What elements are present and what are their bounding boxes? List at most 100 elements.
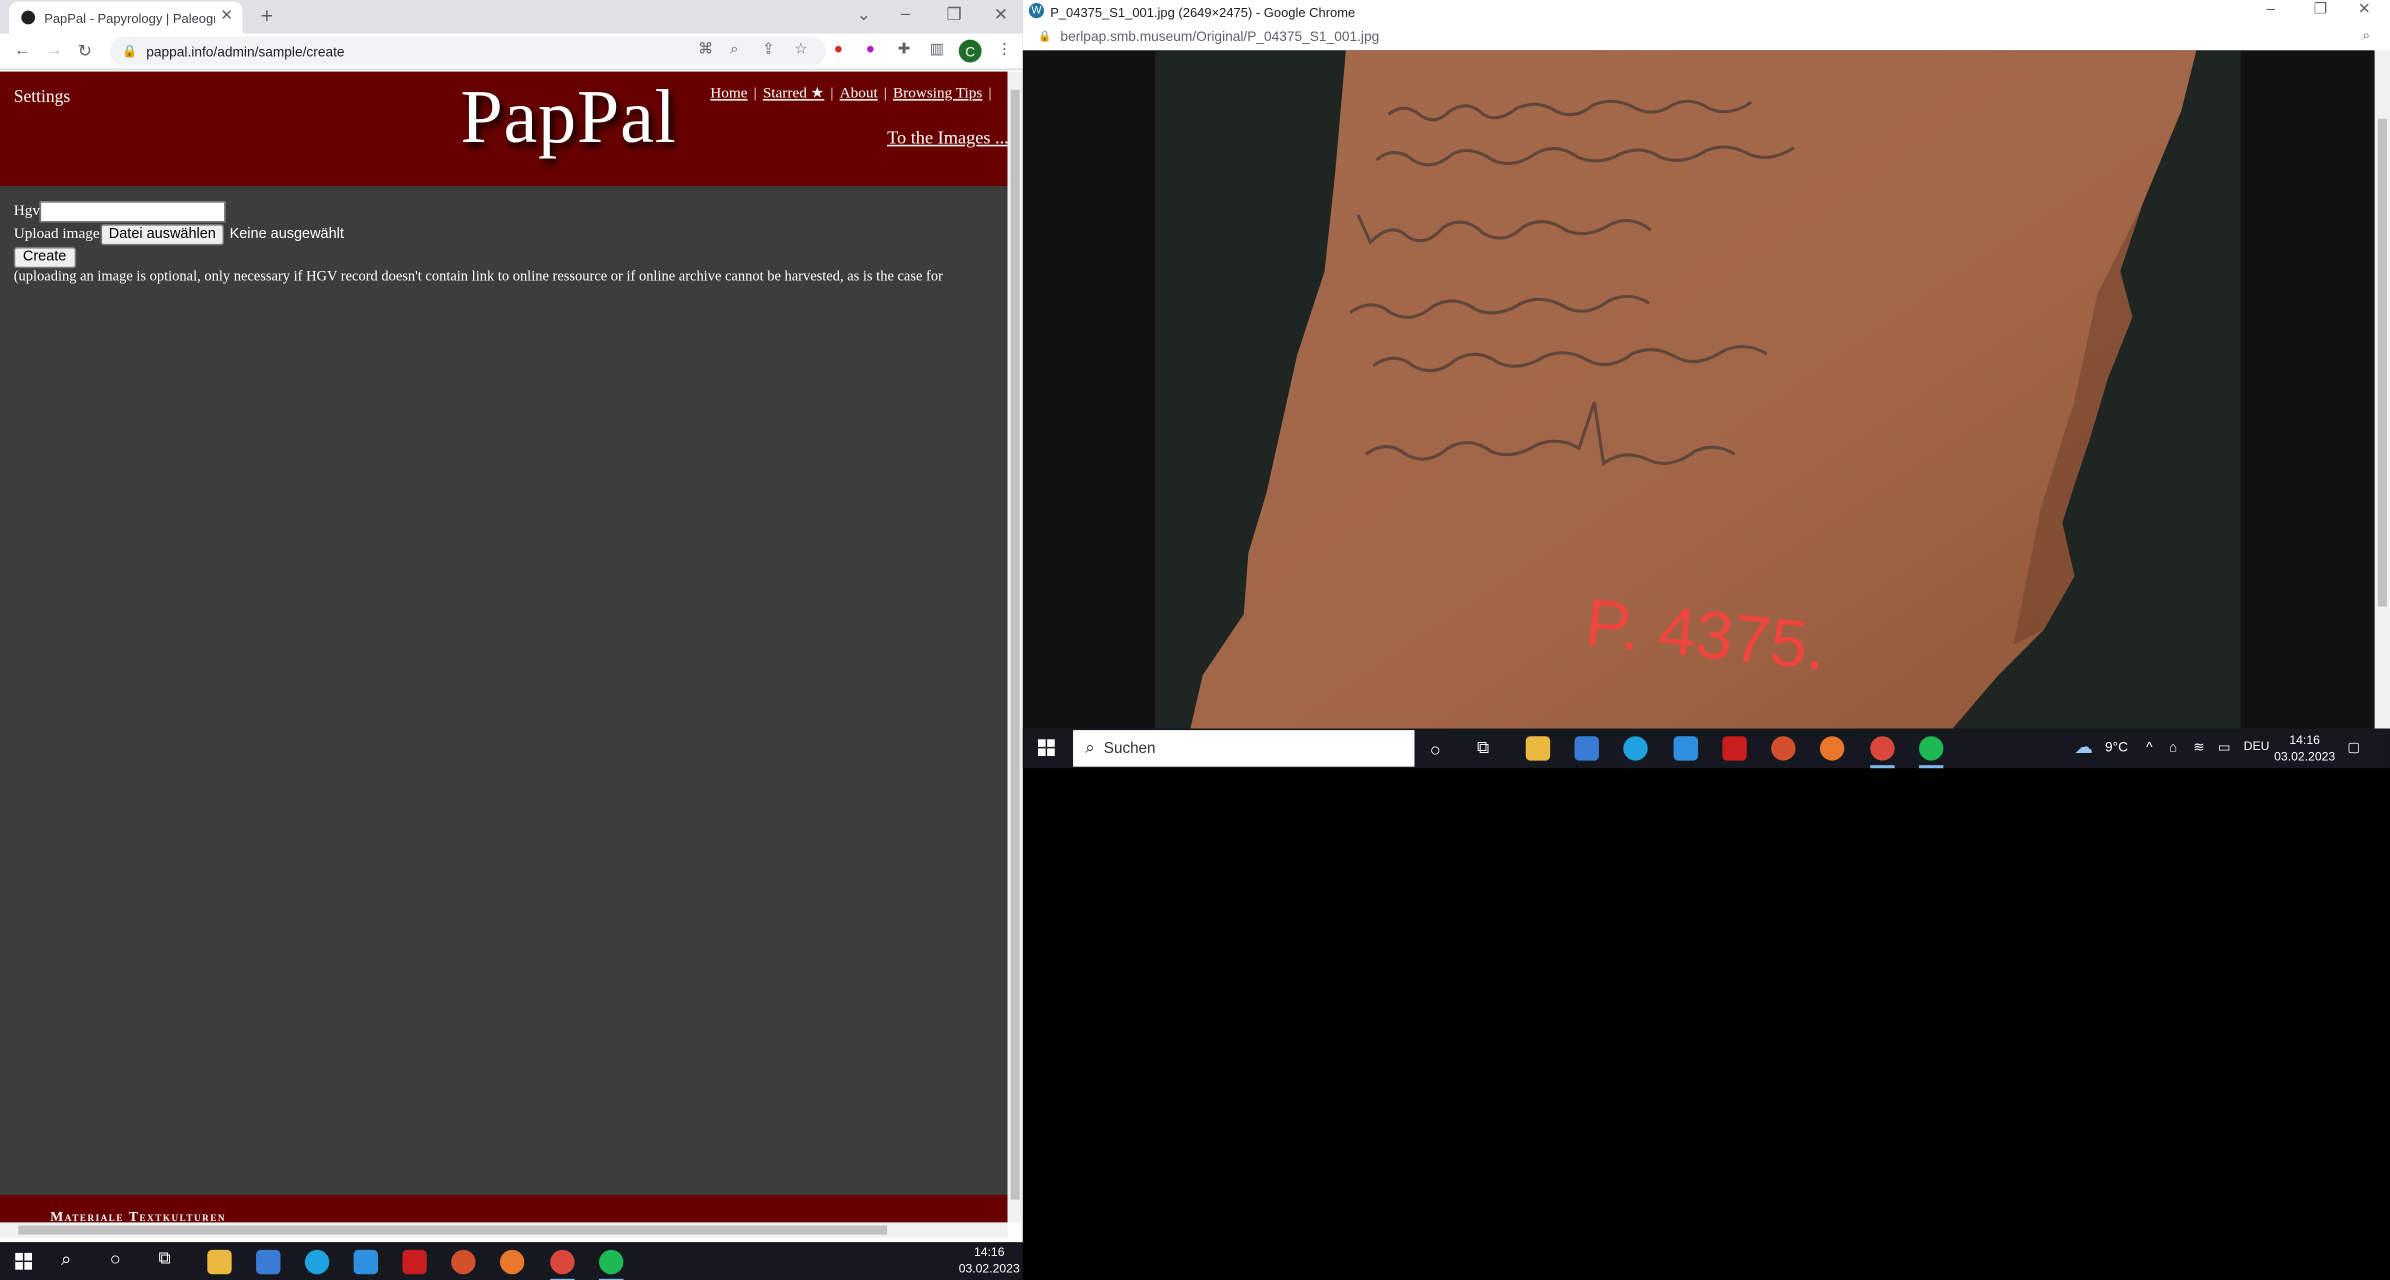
store-icon[interactable] (1574, 736, 1599, 761)
new-tab-button[interactable]: + (261, 3, 273, 27)
extension-red-icon[interactable]: ● (834, 41, 843, 58)
right-close-button[interactable]: ✕ (2358, 2, 2371, 19)
hgv-label: Hgv (13, 202, 40, 220)
bottom-task-view-icon[interactable]: ⧉ (159, 1250, 171, 1270)
powerpoint-icon[interactable] (1771, 736, 1796, 761)
bottom-clock[interactable]: 14:16 03.02.2023 (957, 1244, 1021, 1278)
choose-file-button[interactable]: Datei auswählen (101, 223, 224, 245)
horizontal-scrollbar[interactable] (0, 1222, 1008, 1238)
hgv-input[interactable] (39, 200, 226, 222)
pappal-favicon-icon (21, 10, 36, 25)
pappal-logo[interactable]: PapPal (460, 72, 676, 160)
close-tab-icon[interactable]: ✕ (220, 8, 233, 25)
taskbar-search-box[interactable]: ⌕ Suchen (1073, 730, 1415, 767)
nav-starred[interactable]: Starred ★ (763, 85, 824, 102)
spotify-icon[interactable] (1919, 736, 1944, 769)
right-title-bar: W P_04375_S1_001.jpg (2649×2475) - Googl… (1022, 0, 2390, 23)
tab-search-icon[interactable]: ⌄ (857, 5, 871, 25)
bottom-spotify-icon[interactable] (599, 1249, 624, 1280)
right-minimize-button[interactable]: – (2267, 2, 2275, 19)
bottom-chrome-icon[interactable] (550, 1249, 575, 1280)
mail-icon[interactable] (1673, 736, 1698, 761)
nav-browsing-tips[interactable]: Browsing Tips (893, 85, 982, 102)
footer-materiale-textkulturen[interactable]: Materiale Textkulturen (50, 1209, 226, 1223)
bottom-windows-start-icon[interactable] (15, 1252, 33, 1271)
header-banner: Settings PapPal Home | Starred ★ | About | Bro… (0, 71, 1008, 186)
task-view-icon[interactable]: ⧉ (1477, 739, 1489, 759)
bottom-taskbar: ⌕ ○ ⧉ 14:16 03.02.2023 (0, 1242, 1023, 1280)
right-window-title: P_04375_S1_001.jpg (2649×2475) - Google … (1050, 3, 1356, 20)
no-file-selected-text: Keine ausgewählt (229, 225, 344, 243)
tray-chevron-icon[interactable]: ^ (2146, 739, 2152, 754)
right-address-bar[interactable]: 🔒 berlpap.smb.museum/Original/P_04375_S1… (1022, 22, 2390, 51)
profile-avatar[interactable]: C (958, 39, 982, 63)
right-zoom-icon[interactable]: ⌕ (2363, 27, 2371, 44)
restore-button[interactable]: ❐ (947, 5, 962, 25)
settings-link[interactable]: Settings (14, 88, 70, 106)
network-icon[interactable]: ⌂ (2169, 739, 2177, 754)
extension-purple-icon[interactable]: ● (866, 41, 875, 58)
right-restore-button[interactable]: ❐ (2314, 2, 2328, 19)
weather-cloud-icon[interactable]: ☁ (2074, 736, 2092, 757)
bottom-cortana-icon[interactable]: ○ (110, 1248, 121, 1269)
bottom-search-icon[interactable]: ⌕ (61, 1248, 71, 1271)
right-browser-window: W P_04375_S1_001.jpg (2649×2475) - Googl… (1022, 0, 2390, 729)
left-browser-window: PapPal - Papyrology | Paleograph ✕ + ⌄ –… (0, 0, 1023, 1243)
file-explorer-icon[interactable] (1525, 736, 1551, 761)
image-viewer[interactable]: P. 4375. (1022, 50, 2375, 729)
bottom-firefox-icon[interactable] (499, 1249, 525, 1275)
footer-banner: Materiale Textkulturen (0, 1194, 1008, 1223)
wordpress-favicon-icon: W (1028, 3, 1045, 19)
to-the-images-link[interactable]: To the Images ... (887, 127, 1007, 150)
weather-temp[interactable]: 9°C (2105, 739, 2128, 754)
close-window-button[interactable]: ✕ (994, 5, 1008, 25)
pappal-page: Settings PapPal Home | Starred ★ | About | Bro… (0, 71, 1008, 1223)
chrome-icon[interactable] (1870, 736, 1895, 769)
bottom-powerpoint-icon[interactable] (451, 1249, 476, 1275)
bottom-acrobat-icon[interactable] (402, 1249, 427, 1275)
tab-strip: PapPal - Papyrology | Paleograph ✕ + ⌄ –… (0, 0, 1023, 34)
taskbar-search-placeholder: Suchen (1103, 740, 1156, 757)
battery-icon[interactable]: ▭ (2218, 739, 2231, 756)
reload-icon[interactable]: ↻ (78, 41, 92, 61)
language-indicator[interactable]: DEU (2244, 739, 2270, 753)
acrobat-icon[interactable] (1722, 736, 1747, 761)
bottom-clock-time: 14:16 (973, 1245, 1005, 1260)
firefox-icon[interactable] (1819, 736, 1845, 761)
address-bar[interactable]: 🔒 pappal.info/admin/sample/create (109, 36, 827, 66)
create-button[interactable]: Create (13, 246, 76, 268)
right-clock-time: 14:16 (2289, 733, 2320, 747)
upload-image-label: Upload image (13, 225, 100, 243)
windows-start-icon[interactable] (1038, 739, 1056, 757)
back-icon[interactable]: ← (14, 41, 31, 59)
right-taskbar: ⌕ Suchen ○ ⧉ ☁ 9°C ^ ⌂ ≋ ▭ DEU 14:16 03.… (1022, 728, 2390, 769)
tab-pappal[interactable]: PapPal - Papyrology | Paleograph ✕ (9, 1, 243, 34)
ostracon-image: P. 4375. (1190, 50, 2197, 729)
extensions-puzzle-icon[interactable]: ✚ (898, 41, 911, 58)
edge-icon[interactable] (1623, 736, 1648, 761)
bottom-store-icon[interactable] (256, 1249, 281, 1275)
bottom-edge-icon[interactable] (304, 1249, 330, 1275)
bottom-file-explorer-icon[interactable] (207, 1249, 232, 1275)
right-vertical-scrollbar[interactable] (2374, 50, 2390, 729)
share-icon[interactable]: ⇪ (762, 41, 775, 58)
translate-icon[interactable]: ⌘ (698, 41, 713, 58)
notification-icon[interactable]: ▢ (2347, 739, 2360, 756)
bookmark-star-icon[interactable]: ☆ (794, 41, 808, 58)
bottom-mail-icon[interactable] (353, 1249, 379, 1275)
right-clock[interactable]: 14:16 03.02.2023 (2274, 732, 2335, 766)
vertical-scrollbar[interactable] (1007, 71, 1023, 1223)
right-lock-icon: 🔒 (1038, 32, 1052, 43)
nav-about[interactable]: About (840, 85, 878, 102)
top-navigation: Home | Starred ★ | About | Browsing Tips | (710, 85, 992, 103)
address-text: pappal.info/admin/sample/create (146, 43, 345, 59)
bottom-clock-date: 03.02.2023 (958, 1262, 1020, 1276)
forward-icon[interactable]: → (46, 41, 63, 59)
nav-home[interactable]: Home (710, 85, 747, 102)
side-panel-icon[interactable]: ▥ (930, 41, 944, 58)
wifi-icon[interactable]: ≋ (2193, 739, 2205, 756)
minimize-button[interactable]: – (901, 5, 910, 23)
cortana-icon[interactable]: ○ (1430, 739, 1441, 760)
menu-kebab-icon[interactable]: ⋮ (997, 41, 1012, 58)
zoom-icon[interactable]: ⌕ (730, 41, 739, 58)
